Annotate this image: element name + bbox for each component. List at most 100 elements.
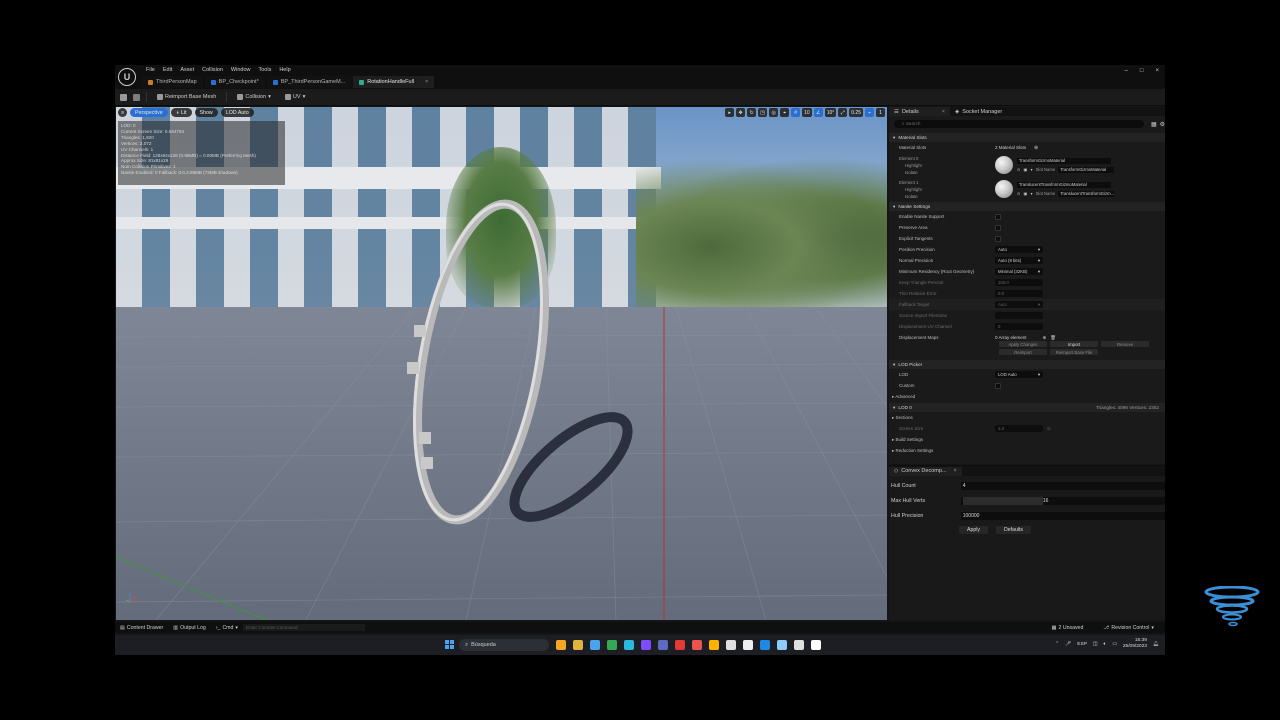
position-precision-select[interactable]: Auto ▾ bbox=[995, 246, 1043, 253]
menu-asset[interactable]: Asset bbox=[176, 66, 198, 74]
sound-icon[interactable] bbox=[794, 640, 804, 650]
widgets-icon[interactable] bbox=[556, 640, 566, 650]
lod-auto-button[interactable]: LOD Auto bbox=[220, 108, 254, 117]
unreal-logo-icon[interactable]: U bbox=[118, 68, 136, 86]
camera-speed-value[interactable]: 1 bbox=[876, 108, 885, 117]
save-icon[interactable] bbox=[120, 93, 127, 101]
menu-edit[interactable]: Edit bbox=[159, 66, 176, 74]
add-icon[interactable]: ⊕ bbox=[1034, 145, 1038, 151]
notification-icon[interactable]: 🔔︎ bbox=[1153, 642, 1159, 647]
microphone-icon[interactable]: 🎤︎ bbox=[1065, 642, 1071, 647]
rotation-snap-value[interactable]: 10° bbox=[824, 108, 837, 117]
source-import-filename-field[interactable] bbox=[995, 312, 1043, 319]
apply-changes-button[interactable]: Apply Changes bbox=[999, 341, 1047, 347]
steam-icon[interactable] bbox=[777, 640, 787, 650]
show-button[interactable]: Show bbox=[194, 108, 218, 117]
section-material-slots[interactable]: ▾ Material Slots bbox=[889, 133, 1165, 142]
apply-button[interactable]: Apply bbox=[959, 526, 988, 534]
lit-button[interactable]: ◑ Lit bbox=[170, 108, 192, 117]
material-thumbnail[interactable] bbox=[995, 180, 1013, 198]
chevron-up-icon[interactable]: ⌃ bbox=[1055, 642, 1059, 647]
trim-relative-error-field[interactable]: 0.0 bbox=[995, 290, 1043, 297]
folder-icon[interactable]: ▣ bbox=[1024, 167, 1028, 172]
unreal-active-icon[interactable] bbox=[811, 640, 821, 650]
file-explorer-icon[interactable] bbox=[590, 640, 600, 650]
reimport-base-file-button[interactable]: Reimport Base File bbox=[1050, 349, 1098, 355]
details-search-input[interactable]: ⌕ Search bbox=[894, 120, 1144, 128]
close-icon[interactable]: × bbox=[1155, 68, 1159, 74]
taskbar-clock[interactable]: 15:39 25/09/2023 bbox=[1123, 638, 1147, 650]
output-log-button[interactable]: ▥ Output Log bbox=[168, 625, 211, 631]
taskbar-search[interactable]: ⌕ Búsqueda bbox=[459, 639, 549, 651]
slot-name-field[interactable]: TransformGizmoMaterial bbox=[1058, 166, 1115, 173]
browse-icon[interactable]: ⊙ bbox=[1017, 167, 1021, 172]
rotate-tool-icon[interactable]: ↻ bbox=[747, 108, 757, 117]
minimize-icon[interactable]: – bbox=[1125, 68, 1128, 74]
reset-icon[interactable]: ⊙ bbox=[1047, 426, 1051, 432]
files-icon[interactable] bbox=[573, 640, 583, 650]
rotation-snap-toggle[interactable]: ∠ bbox=[813, 108, 823, 117]
max-hull-verts-slider[interactable]: 16 bbox=[960, 496, 1165, 505]
slot-name-field[interactable]: TranslucentTransformGizm... bbox=[1058, 190, 1115, 197]
tab-bp-checkpoint[interactable]: BP_Checkpoint* bbox=[204, 76, 265, 88]
battery-icon[interactable]: ▭ bbox=[1112, 642, 1117, 647]
import-button[interactable]: Import bbox=[1050, 341, 1098, 347]
store-icon[interactable] bbox=[641, 640, 651, 650]
dropdown-icon[interactable]: ▾ bbox=[1030, 191, 1032, 196]
camera-speed-icon[interactable]: ⌁ bbox=[865, 108, 874, 117]
menu-collision[interactable]: Collision bbox=[198, 66, 227, 74]
translate-tool-icon[interactable]: ✥ bbox=[736, 108, 746, 117]
close-icon[interactable]: × bbox=[953, 468, 956, 474]
scale-snap-value[interactable]: 0.25 bbox=[849, 108, 863, 117]
chrome-icon[interactable] bbox=[607, 640, 617, 650]
viewport-menu-button[interactable]: ≡ bbox=[118, 108, 127, 117]
select-tool-icon[interactable]: ▸ bbox=[725, 108, 735, 117]
collision-dropdown[interactable]: Collision ▾ bbox=[233, 93, 275, 101]
add-icon[interactable]: ⊕ bbox=[1043, 335, 1047, 341]
row-build-settings[interactable]: ▸ Build Settings bbox=[889, 434, 1165, 445]
perspective-button[interactable]: Perspective bbox=[130, 108, 168, 117]
section-nanite-settings[interactable]: ▾ Nanite Settings bbox=[889, 202, 1165, 211]
settings-gear-icon[interactable]: ⚙ bbox=[1160, 121, 1165, 128]
screen-size-field[interactable]: 1.0 bbox=[995, 425, 1043, 432]
menu-file[interactable]: File bbox=[142, 66, 159, 74]
section-lod-picker[interactable]: ▾ LOD Picker bbox=[889, 360, 1165, 369]
mail-icon[interactable] bbox=[658, 640, 668, 650]
language-indicator[interactable]: ESP bbox=[1077, 642, 1087, 647]
browse-icon[interactable]: ⊙ bbox=[1017, 191, 1021, 196]
cmd-dropdown[interactable]: ›_ Cmd ▾ bbox=[211, 625, 243, 631]
network-icon[interactable]: ◫ bbox=[1093, 642, 1098, 647]
edge-icon[interactable] bbox=[624, 640, 634, 650]
uv-dropdown[interactable]: UV ▾ bbox=[281, 93, 309, 101]
row-sections[interactable]: ▸ Sections bbox=[889, 412, 1165, 423]
explicit-tangents-checkbox[interactable] bbox=[995, 235, 1001, 242]
reimport-button[interactable]: Reimport bbox=[999, 349, 1047, 355]
dropdown-icon[interactable]: ▾ bbox=[1030, 167, 1032, 172]
defaults-button[interactable]: Defaults bbox=[995, 526, 1032, 534]
menu-window[interactable]: Window bbox=[227, 66, 255, 74]
volume-icon[interactable]: 🔈︎ bbox=[1103, 641, 1106, 647]
material-picker[interactable]: TransformGizmoMaterial bbox=[1017, 157, 1111, 164]
git-icon[interactable] bbox=[692, 640, 702, 650]
mesh-viewport[interactable]: ≡ Perspective ◑ Lit Show LOD Auto ▸ ✥ ↻ ◳… bbox=[116, 107, 887, 620]
folder-icon[interactable]: ▣ bbox=[1024, 191, 1028, 196]
visual-studio-icon[interactable] bbox=[675, 640, 685, 650]
unreal-icon[interactable] bbox=[760, 640, 770, 650]
settings-icon[interactable] bbox=[743, 640, 753, 650]
tab-details[interactable]: ☰ Details × bbox=[889, 107, 950, 116]
material-thumbnail[interactable] bbox=[995, 156, 1013, 174]
close-icon[interactable]: × bbox=[942, 109, 945, 115]
hull-count-slider[interactable]: 4 bbox=[960, 481, 1165, 490]
reimport-base-mesh-button[interactable]: Reimport Base Mesh bbox=[153, 93, 220, 101]
row-advanced[interactable]: ▸ Advanced bbox=[889, 391, 1165, 402]
tab-convex-decomposition[interactable]: ◇ Convex Decomp... × bbox=[889, 466, 962, 476]
menu-help[interactable]: Help bbox=[275, 66, 294, 74]
menu-tools[interactable]: Tools bbox=[254, 66, 275, 74]
remove-button[interactable]: Remove bbox=[1101, 341, 1149, 347]
table-view-icon[interactable]: ▦ bbox=[1151, 121, 1157, 128]
custom-checkbox[interactable] bbox=[995, 382, 1001, 389]
fan-icon[interactable] bbox=[726, 640, 736, 650]
lod-select[interactable]: LOD Auto ▾ bbox=[995, 371, 1043, 378]
world-local-icon[interactable]: ◎ bbox=[769, 108, 779, 117]
row-reduction-settings[interactable]: ▸ Reduction Settings bbox=[889, 445, 1165, 456]
